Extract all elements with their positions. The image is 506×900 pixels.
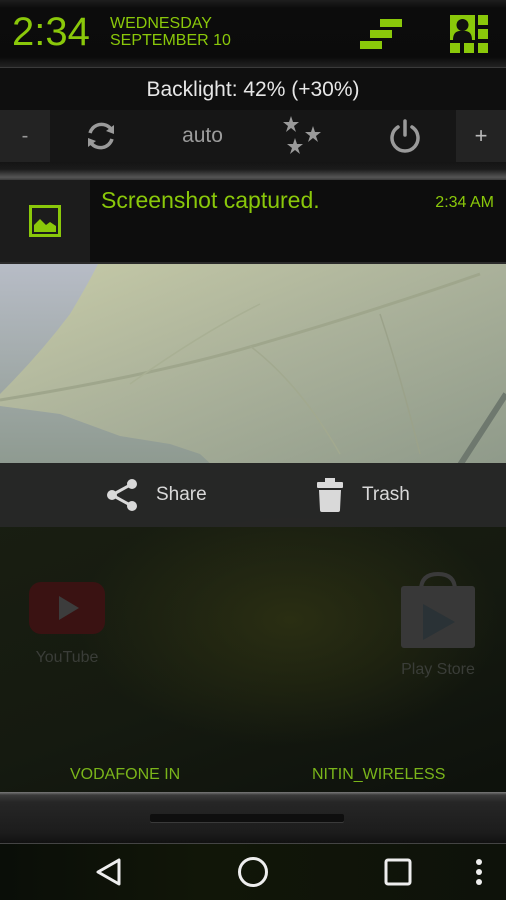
trash-button[interactable]: Trash (316, 463, 410, 527)
back-icon (96, 858, 121, 886)
overflow-menu-icon (476, 859, 482, 885)
drawer-handle[interactable] (150, 814, 344, 822)
app-label: YouTube (35, 649, 99, 666)
screenshot-preview[interactable] (0, 262, 506, 463)
drawer-handle-bar (0, 792, 506, 844)
play-store-icon (401, 571, 475, 648)
profile-button[interactable] (450, 15, 490, 53)
home-button[interactable] (228, 844, 278, 900)
status-header: 2:34 WEDNESDAY SEPTEMBER 10 (0, 0, 506, 68)
power-icon (390, 119, 420, 153)
recents-button[interactable] (373, 844, 423, 900)
overflow-menu-button[interactable] (466, 844, 492, 900)
share-button[interactable]: Share (106, 463, 207, 527)
notification-icon-box (0, 180, 90, 262)
carrier-name: VODAFONE IN (70, 766, 181, 783)
notification-time: 2:34 AM (435, 194, 494, 211)
weekday: WEDNESDAY (110, 15, 212, 32)
notification-title: Screenshot captured. (101, 187, 320, 213)
app-youtube: YouTube (22, 580, 112, 667)
decrease-brightness-button[interactable]: - (0, 110, 50, 162)
app-label: Play Store (401, 661, 475, 678)
settings-icon (360, 19, 402, 49)
brightness-controls: - auto + (0, 110, 506, 162)
back-button[interactable] (84, 844, 134, 900)
share-icon (107, 479, 137, 511)
date[interactable]: WEDNESDAY SEPTEMBER 10 (110, 15, 231, 49)
home-icon (238, 857, 268, 887)
power-button[interactable] (380, 110, 430, 162)
backlight-readout: Backlight: 42% (+30%) (0, 68, 506, 112)
youtube-icon (29, 582, 105, 634)
notification-screenshot[interactable]: Screenshot captured. 2:34 AM (0, 180, 506, 262)
profile-grid-icon (450, 15, 488, 53)
trash-icon (317, 478, 343, 512)
settings-button[interactable] (360, 16, 406, 52)
wifi-name[interactable]: NITIN_WIRELESS (312, 766, 445, 784)
date-text: SEPTEMBER 10 (110, 32, 231, 49)
image-icon (29, 205, 61, 237)
stars-icon (283, 116, 321, 154)
sync-button[interactable] (76, 110, 126, 162)
auto-brightness-toggle[interactable]: auto (165, 110, 240, 162)
increase-brightness-button[interactable]: + (456, 110, 506, 162)
notification-actions: Share Trash (0, 463, 506, 527)
leaf-image (0, 264, 506, 463)
share-label: Share (156, 484, 207, 505)
recents-icon (384, 858, 412, 886)
clock[interactable]: 2:34 (12, 10, 90, 55)
trash-label: Trash (362, 484, 410, 505)
app-play-store: Play Store (390, 571, 486, 679)
sync-icon (88, 122, 114, 150)
divider (0, 162, 506, 180)
favorites-button[interactable] (278, 110, 328, 162)
navigation-bar (0, 844, 506, 900)
